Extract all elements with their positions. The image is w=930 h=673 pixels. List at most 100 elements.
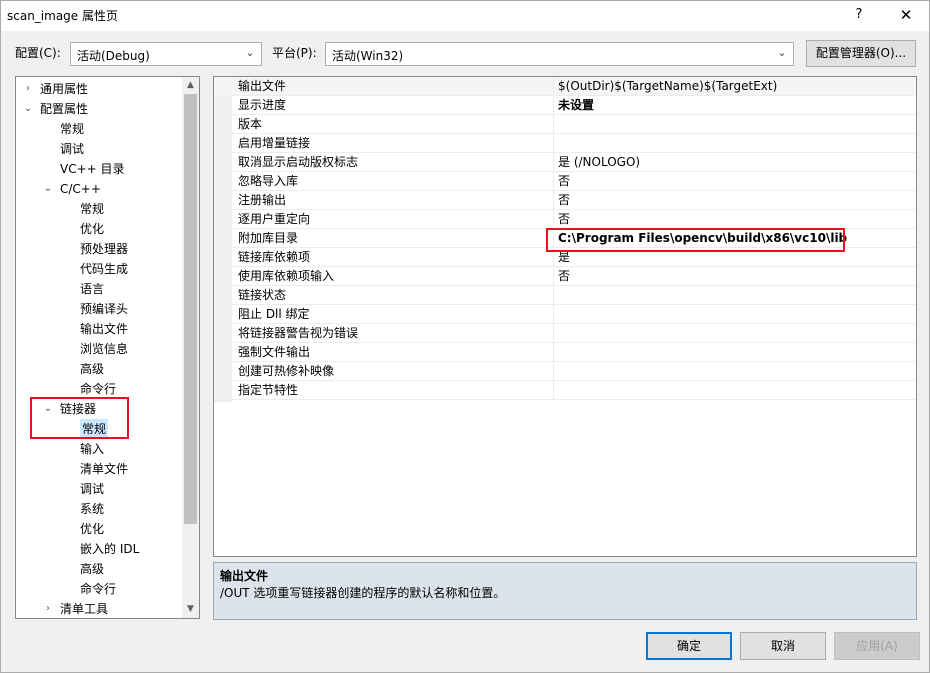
property-name: 显示进度 [238,98,287,112]
chevron-down-icon[interactable]: ⌄ [22,99,34,119]
property-row[interactable]: 链接库依赖项 是 [214,248,916,267]
tree-item[interactable]: 浏览信息 [16,339,182,359]
property-name: 将链接器警告视为错误 [238,326,359,340]
property-value[interactable]: 未设置 [558,96,594,115]
property-tree[interactable]: › 通用属性 ⌄ 配置属性 常规 调试 VC++ 目录 ⌄ C/C++ 常规 优化 预处理器 代码生成语… [15,76,200,619]
property-value[interactable]: 否 [558,172,570,191]
property-row[interactable]: 逐用户重定向 否 [214,210,916,229]
property-row[interactable]: 阻止 Dll 绑定 [214,305,916,324]
platform-label: 平台(P): [272,46,317,60]
property-value[interactable]: 否 [558,191,570,210]
tree-item[interactable]: 调试 [16,139,182,159]
scroll-down-icon[interactable]: ▼ [182,601,199,618]
column-divider [553,381,554,400]
description-text: /OUT 选项重写链接器创建的程序的默认名称和位置。 [220,586,506,600]
tree-item[interactable]: 调试 [16,479,182,499]
tree-item[interactable]: 常规 [16,199,182,219]
property-value[interactable]: 是 (/NOLOGO) [558,153,640,172]
property-value[interactable]: 是 [558,248,570,267]
tree-item-label: 高级 [80,562,105,576]
ok-button[interactable]: 确定 [646,632,732,660]
cancel-button[interactable]: 取消 [740,632,826,660]
help-button[interactable]: ? [844,3,874,27]
property-row[interactable]: 附加库目录 C:\Program Files\opencv\build\x86\v… [214,229,916,248]
tree-item[interactable]: 预编译头 [16,299,182,319]
platform-value: 活动(Win32) [332,49,404,63]
property-value[interactable]: 否 [558,210,570,229]
column-divider [553,77,554,96]
scroll-thumb[interactable] [184,94,197,524]
property-value[interactable]: C:\Program Files\opencv\build\x86\vc10\l… [558,229,847,248]
column-divider [553,324,554,343]
chevron-right-icon[interactable]: › [22,79,34,99]
tree-item[interactable]: 高级 [16,559,182,579]
tree-item[interactable]: 嵌入的 IDL [16,539,182,559]
tree-item[interactable]: 命令行 [16,579,182,599]
property-row[interactable]: 启用增量链接 [214,134,916,153]
tree-item[interactable]: 优化 [16,519,182,539]
property-value[interactable]: $(OutDir)$(TargetName)$(TargetExt) [558,77,777,96]
apply-button[interactable]: 应用(A) [834,632,920,660]
tree-item[interactable]: 预处理器 [16,239,182,259]
tree-item-label: 代码生成 [80,262,129,276]
tree-item[interactable]: 清单文件 [16,459,182,479]
tree-item-label: 预编译头 [80,302,129,316]
tree-item[interactable]: 命令行 [16,379,182,399]
tree-item[interactable]: 输出文件 [16,319,182,339]
tree-item-label: 常规 [80,419,109,439]
column-divider [553,362,554,381]
column-divider [553,172,554,191]
configuration-value: 活动(Debug) [77,49,150,63]
tree-item[interactable]: VC++ 目录 [16,159,182,179]
column-divider [553,248,554,267]
description-panel: 输出文件 /OUT 选项重写链接器创建的程序的默认名称和位置。 [213,562,917,620]
tree-scrollbar[interactable]: ▲ ▼ [182,77,199,618]
property-row[interactable]: 取消显示启动版权标志 是 (/NOLOGO) [214,153,916,172]
chevron-down-icon: ⌄ [245,46,255,59]
tree-item-label: 链接器 [60,402,97,416]
configuration-manager-button[interactable]: 配置管理器(O)... [806,40,916,67]
property-value[interactable]: 否 [558,267,570,286]
property-grid[interactable]: 输出文件 $(OutDir)$(TargetName)$(TargetExt) 显示… [213,76,917,557]
property-row[interactable]: 注册输出 否 [214,191,916,210]
tree-item-label: 优化 [80,522,105,536]
chevron-down-icon[interactable]: ⌄ [42,179,54,199]
tree-item[interactable]: 系统 [16,499,182,519]
property-pages-dialog: scan_image 属性页 ? ✕ 配置(C): 活动(Debug) ⌄ 平台… [0,0,930,673]
property-row[interactable]: 显示进度 未设置 [214,96,916,115]
chevron-down-icon: ⌄ [777,46,787,59]
tree-item[interactable]: 常规 [16,119,182,139]
configuration-dropdown[interactable]: 活动(Debug) ⌄ [70,42,262,66]
tree-item-label: 配置属性 [40,102,89,116]
property-row[interactable]: 输出文件 $(OutDir)$(TargetName)$(TargetExt) [214,77,916,96]
title-bar: scan_image 属性页 ? ✕ [1,1,929,31]
column-divider [553,267,554,286]
property-row[interactable]: 将链接器警告视为错误 [214,324,916,343]
column-divider [553,286,554,305]
tree-item[interactable]: ⌄ 链接器 [16,399,182,419]
tree-item[interactable]: 输入 [16,439,182,459]
platform-dropdown[interactable]: 活动(Win32) ⌄ [325,42,794,66]
tree-item[interactable]: 高级 [16,359,182,379]
property-row[interactable]: 版本 [214,115,916,134]
tree-item[interactable]: › 通用属性 [16,79,182,99]
tree-item[interactable]: 常规 [16,419,182,439]
tree-item[interactable]: ⌄ C/C++ [16,179,182,199]
property-row[interactable]: 指定节特性 [214,381,916,400]
property-row[interactable]: 使用库依赖项输入 否 [214,267,916,286]
close-button[interactable]: ✕ [891,3,921,27]
chevron-down-icon[interactable]: ⌄ [42,399,54,419]
scroll-up-icon[interactable]: ▲ [182,77,199,94]
property-row[interactable]: 创建可热修补映像 [214,362,916,381]
tree-item[interactable]: 语言 [16,279,182,299]
tree-item[interactable]: 代码生成 [16,259,182,279]
property-row[interactable]: 链接状态 [214,286,916,305]
tree-item[interactable]: 优化 [16,219,182,239]
chevron-right-icon[interactable]: › [42,599,54,618]
property-name: 链接状态 [238,288,287,302]
column-divider [553,191,554,210]
property-row[interactable]: 强制文件输出 [214,343,916,362]
property-row[interactable]: 忽略导入库 否 [214,172,916,191]
tree-item[interactable]: › 清单工具 [16,599,182,618]
tree-item[interactable]: ⌄ 配置属性 [16,99,182,119]
